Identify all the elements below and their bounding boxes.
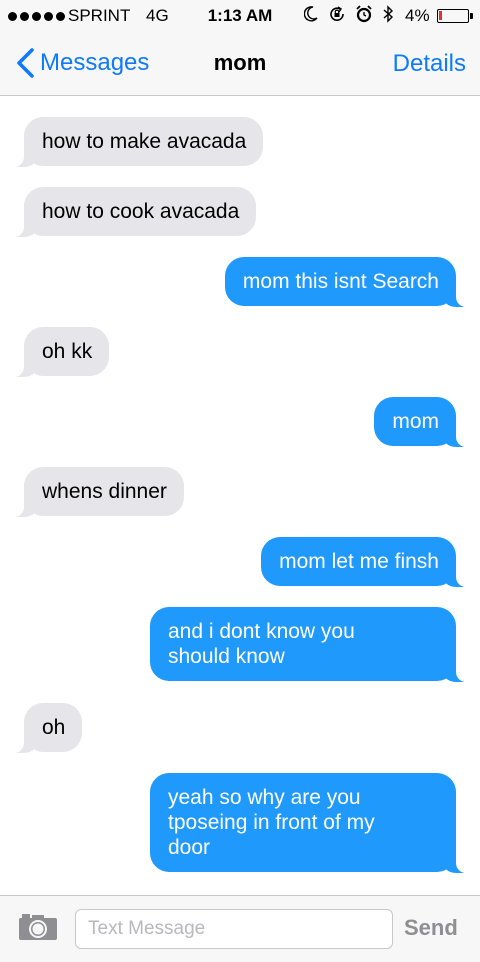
incoming-message[interactable]: oh xyxy=(13,703,83,753)
message-composer: Send xyxy=(0,895,480,962)
camera-icon[interactable] xyxy=(18,912,58,942)
incoming-message[interactable]: whens dinner xyxy=(14,467,184,517)
status-bar: SPRINT 4G 1:13 AM 4% xyxy=(0,0,480,32)
rotation-lock-icon xyxy=(330,6,344,21)
outgoing-message[interactable]: mom let me finsh xyxy=(261,537,466,587)
outgoing-message[interactable]: yeah so why are you tposeing in front of… xyxy=(150,773,466,873)
battery-level-fill xyxy=(439,11,442,20)
incoming-message[interactable]: how to cook avacada xyxy=(13,187,257,237)
message-input[interactable] xyxy=(75,909,393,949)
send-button[interactable]: Send xyxy=(404,915,458,941)
outgoing-message[interactable]: and i dont know you should know xyxy=(150,607,466,682)
navigation-bar: Messages mom Details xyxy=(0,32,480,96)
battery-icon xyxy=(437,9,473,23)
message-thread[interactable]: how to make avacada how to cook avacada … xyxy=(0,97,480,895)
bluetooth-icon xyxy=(383,5,394,23)
status-icons xyxy=(304,5,394,23)
incoming-message[interactable]: how to make avacada xyxy=(13,117,264,167)
battery-percent: 4% xyxy=(405,6,430,25)
outgoing-message[interactable]: mom xyxy=(374,397,466,447)
moon-icon xyxy=(304,6,318,22)
incoming-message[interactable]: oh kk xyxy=(13,327,110,377)
details-button[interactable]: Details xyxy=(393,50,466,78)
alarm-icon xyxy=(356,5,372,23)
outgoing-message[interactable]: mom this isnt Search xyxy=(224,257,467,307)
